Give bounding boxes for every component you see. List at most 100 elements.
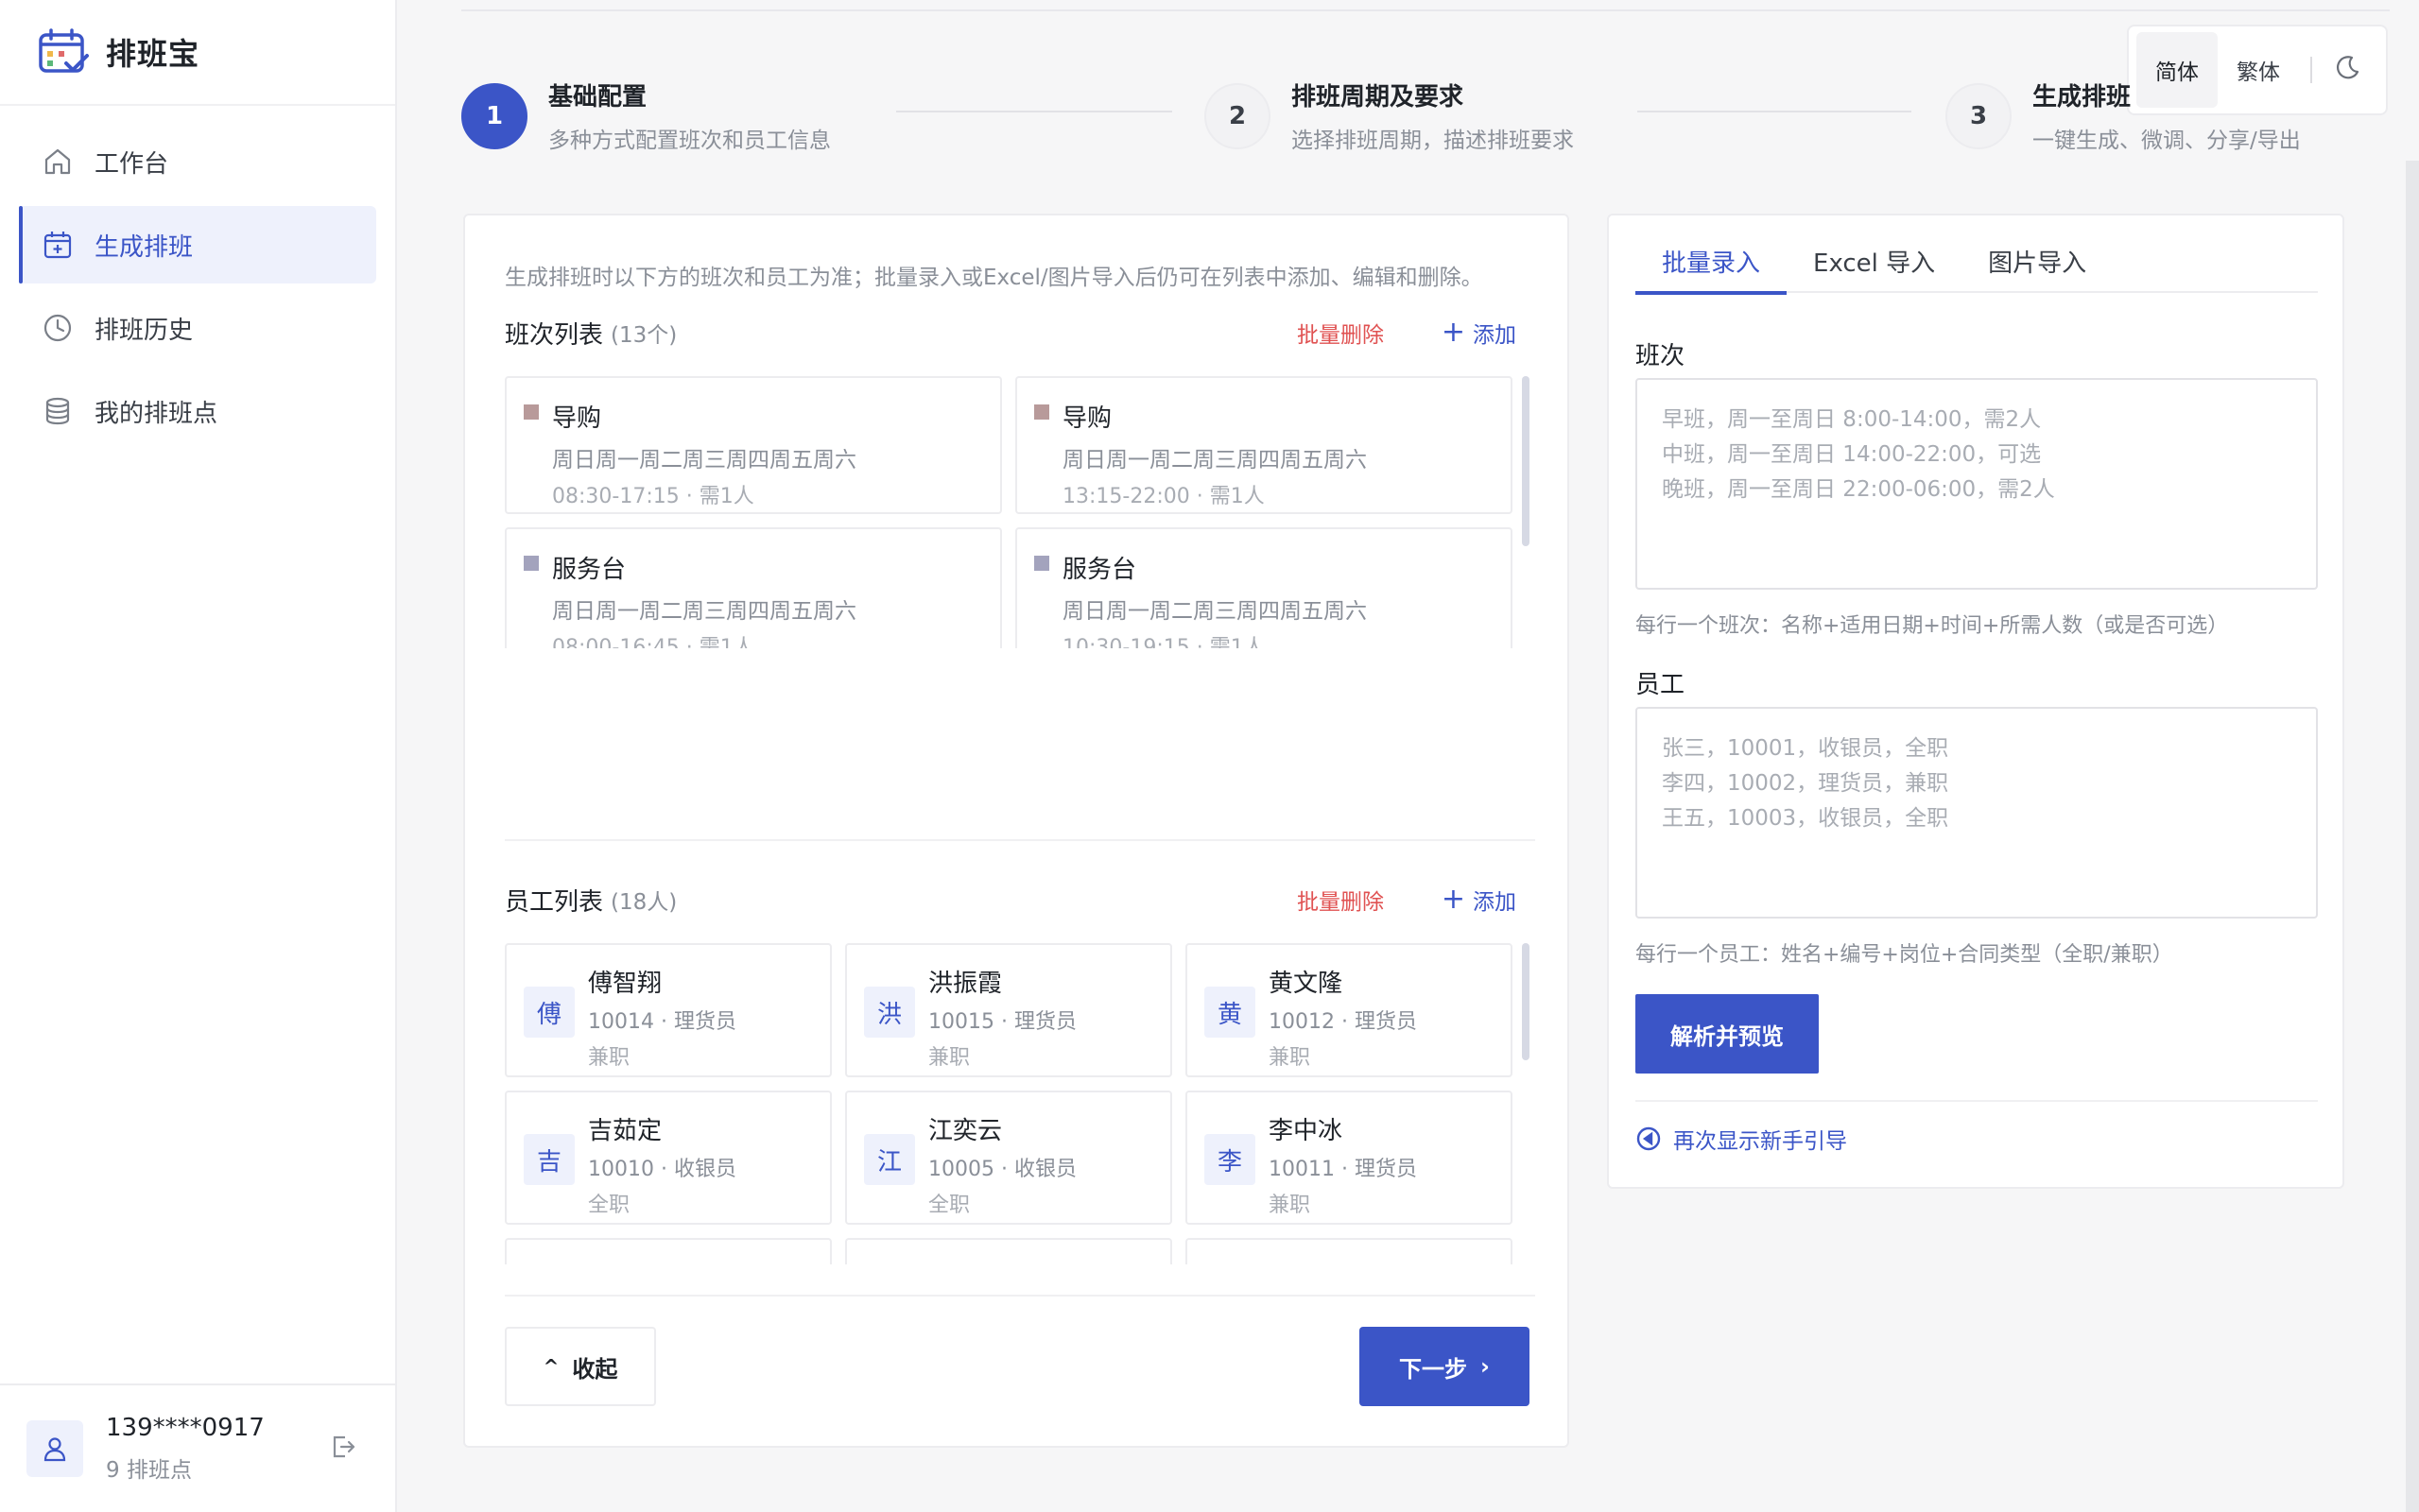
collapse-label: 收起 — [572, 1355, 618, 1383]
step-1[interactable]: 1 基础配置 多种方式配置班次和员工信息 — [461, 77, 831, 154]
next-step-button[interactable]: 下一步 › — [1359, 1327, 1529, 1406]
logout-button[interactable] — [329, 1433, 357, 1461]
shift-card[interactable]: 导购 周日周一周二周三周四周五周六 13:15-22:00 · 需1人 — [1015, 376, 1512, 514]
employee-meta: 10015 · 理货员 — [928, 1010, 1077, 1034]
step-title: 基础配置 — [548, 83, 648, 112]
avatar: 洪 — [864, 987, 915, 1038]
shift-card[interactable]: 导购 周日周一周二周三周四周五周六 08:30-17:15 · 需1人 — [505, 376, 1002, 514]
shift-list-header: 班次列表 (13个) 批量删除 + 添加 — [505, 314, 1526, 352]
employee-type: 兼职 — [1269, 1194, 1311, 1217]
tab-bulk-input[interactable]: 批量录入 — [1635, 244, 1788, 295]
tab-image-import[interactable]: 图片导入 — [1961, 244, 2113, 293]
bulk-delete-employees-button[interactable]: 批量删除 — [1297, 884, 1384, 916]
step-title: 排班周期及要求 — [1291, 83, 1464, 112]
page-scrollbar[interactable] — [2406, 161, 2419, 1512]
employee-textarea[interactable] — [1635, 707, 2318, 919]
employee-meta: 10012 · 理货员 — [1269, 1010, 1417, 1034]
user-point-count: 9 排班点 — [106, 1458, 192, 1483]
avatar: 吉 — [524, 1134, 575, 1185]
intro-text: 生成排班时以下方的班次和员工为准；批量录入或Excel/图片导入后仍可在列表中添… — [505, 266, 1483, 290]
employee-card[interactable]: 黄黄文隆 10012 · 理货员 兼职 — [1185, 943, 1512, 1077]
bulk-delete-shifts-button[interactable]: 批量删除 — [1297, 317, 1384, 349]
add-label: 添加 — [1473, 890, 1516, 915]
employee-name: 洪振霞 — [928, 970, 1003, 998]
employee-type: 兼职 — [1269, 1046, 1311, 1070]
employee-name: 傅智翔 — [588, 970, 663, 998]
home-icon — [44, 148, 71, 175]
employee-type: 兼职 — [588, 1046, 631, 1070]
parse-preview-button[interactable]: 解析并预览 — [1635, 994, 1819, 1074]
show-guide-link[interactable]: 再次显示新手引导 — [1635, 1123, 1847, 1155]
chevron-right-icon: › — [1480, 1353, 1490, 1380]
step-desc: 一键生成、微调、分享/导出 — [2032, 129, 2301, 153]
employee-hint: 每行一个员工：姓名+编号+岗位+合同类型（全职/兼职） — [1635, 943, 2173, 967]
employee-card[interactable]: 傅傅智翔 10014 · 理货员 兼职 — [505, 943, 832, 1077]
section-title: 员工列表 — [505, 887, 604, 917]
employee-card[interactable]: 吉吉茹定 10010 · 收银员 全职 — [505, 1091, 832, 1225]
step-desc: 选择排班周期，描述排班要求 — [1291, 129, 1574, 153]
shift-card[interactable]: 服务台 周日周一周二周三周四周五周六 08:00-16:45 · 需1人 — [505, 527, 1002, 648]
employee-card[interactable]: 洪洪振霞 10015 · 理货员 兼职 — [845, 943, 1172, 1077]
shift-name: 服务台 — [1063, 556, 1137, 584]
employee-list-scrollbar[interactable] — [1522, 943, 1529, 1060]
shift-days: 周日周一周二周三周四周五周六 — [1063, 448, 1367, 472]
sidebar-item-generate[interactable]: 生成排班 — [19, 206, 376, 284]
user-panel: 139****0917 9 排班点 — [0, 1383, 395, 1512]
add-shift-button[interactable]: + 添加 — [1442, 317, 1516, 349]
shift-color-swatch — [524, 404, 539, 420]
user-icon — [43, 1437, 66, 1462]
shift-card[interactable]: 服务台周日周一周二周三周四周五周六 10:30-19:15 · 需1人 — [1015, 527, 1512, 648]
employee-field-label: 员工 — [1635, 671, 1685, 699]
plus-icon: + — [1441, 316, 1465, 349]
employee-card[interactable] — [1185, 1238, 1512, 1264]
bulk-input-card: 批量录入 Excel 导入 图片导入 班次 每行一个班次：名称+适用日期+时间+… — [1607, 214, 2344, 1189]
divider — [1635, 1100, 2318, 1102]
shift-field-label: 班次 — [1635, 342, 1685, 370]
sidebar-nav: 工作台 生成排班 排班历史 我的排班点 — [0, 106, 395, 450]
tab-excel-import[interactable]: Excel 导入 — [1787, 244, 1961, 293]
config-card: 生成排班时以下方的班次和员工为准；批量录入或Excel/图片导入后仍可在列表中添… — [463, 214, 1569, 1448]
next-label: 下一步 — [1399, 1355, 1468, 1383]
employee-meta: 10014 · 理货员 — [588, 1010, 736, 1034]
shift-textarea[interactable] — [1635, 378, 2318, 590]
divider — [505, 839, 1535, 841]
sidebar-item-my-points[interactable]: 我的排班点 — [19, 372, 376, 450]
add-employee-button[interactable]: + 添加 — [1442, 884, 1516, 916]
avatar[interactable] — [26, 1420, 83, 1477]
employee-card[interactable] — [505, 1238, 832, 1264]
employee-name: 黄文隆 — [1269, 970, 1343, 998]
shift-time: 08:00-16:45 · 需1人 — [552, 636, 754, 648]
shift-days: 周日周一周二周三周四周五周六 — [552, 448, 856, 472]
step-2[interactable]: 2 排班周期及要求 选择排班周期，描述排班要求 — [1204, 77, 1574, 154]
play-circle-icon — [1636, 1126, 1661, 1151]
sidebar: 排班宝 工作台 生成排班 排班历史 我的排班点 139****0917 9 排班… — [0, 0, 397, 1512]
shift-days: 周日周一周二周三周四周五周六 — [1063, 599, 1367, 624]
brand[interactable]: 排班宝 — [0, 0, 395, 106]
collapse-button[interactable]: ^ 收起 — [505, 1327, 656, 1406]
step-connector — [1637, 111, 1911, 112]
logout-icon — [333, 1435, 355, 1458]
plus-icon: + — [1441, 883, 1465, 916]
step-3[interactable]: 3 生成排班 一键生成、微调、分享/导出 — [1945, 77, 2301, 154]
step-connector — [896, 111, 1172, 112]
shift-name: 导购 — [1063, 404, 1113, 433]
employee-card[interactable]: 江江奕云 10005 · 收银员 全职 — [845, 1091, 1172, 1225]
shift-list-scrollbar[interactable] — [1522, 376, 1529, 546]
employee-card[interactable]: 李李中冰 10011 · 理货员 兼职 — [1185, 1091, 1512, 1225]
employee-count: (18人) — [611, 890, 678, 915]
shift-name: 导购 — [552, 404, 602, 433]
employee-card[interactable] — [845, 1238, 1172, 1264]
shift-color-swatch — [1034, 556, 1049, 571]
clock-icon — [43, 314, 72, 342]
app-name: 排班宝 — [106, 36, 200, 72]
add-label: 添加 — [1473, 323, 1516, 348]
stepper: 1 基础配置 多种方式配置班次和员工信息 2 排班周期及要求 选择排班周期，描述… — [461, 77, 2390, 153]
sidebar-item-label: 我的排班点 — [95, 399, 218, 428]
shift-list: 导购 周日周一周二周三周四周五周六 08:30-17:15 · 需1人 导购 周日周一周… — [505, 376, 1535, 648]
avatar: 黄 — [1204, 987, 1255, 1038]
sidebar-item-workbench[interactable]: 工作台 — [19, 123, 376, 200]
sidebar-item-history[interactable]: 排班历史 — [19, 289, 376, 367]
employee-list-header: 员工列表 (18人) 批量删除 + 添加 — [505, 881, 1526, 919]
shift-time: 10:30-19:15 · 需1人 — [1063, 636, 1265, 648]
employee-meta: 10011 · 理货员 — [1269, 1158, 1417, 1181]
